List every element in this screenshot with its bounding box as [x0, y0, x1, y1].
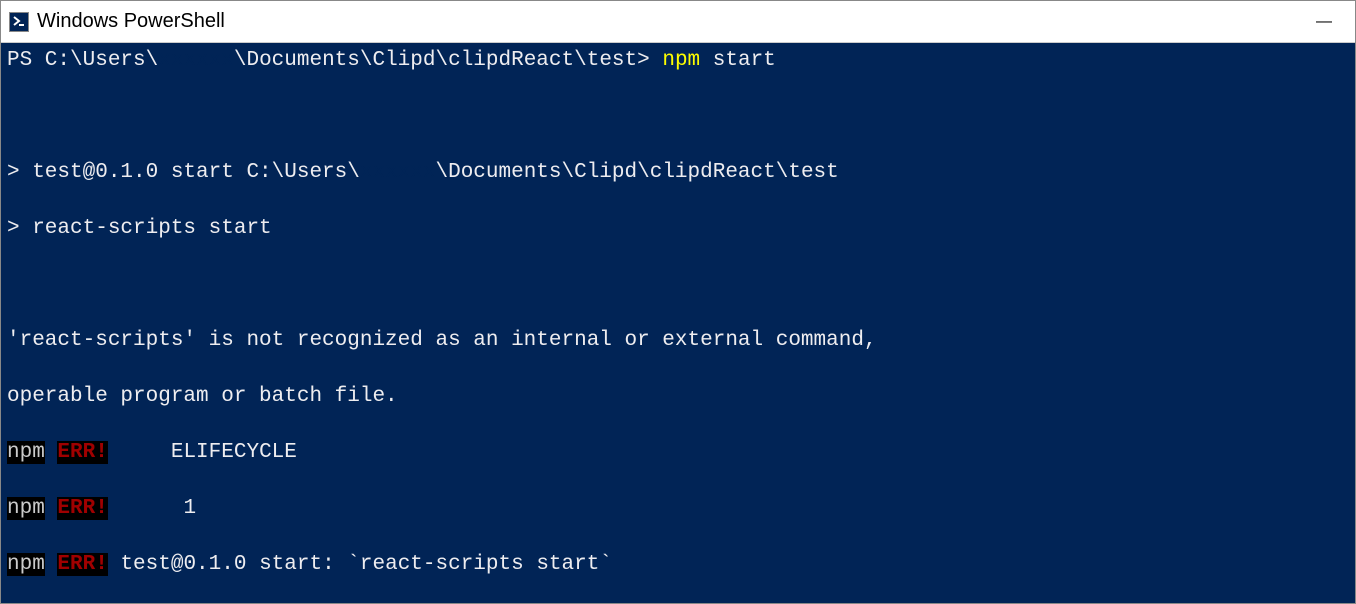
npm-label: npm — [7, 553, 45, 576]
prompt-line: PS C:\Users\xxxxxx\Documents\Clipd\clipd… — [7, 47, 1349, 75]
minimize-button[interactable]: — — [1301, 6, 1347, 38]
script-pre: > test@0.1.0 start C:\Users\ — [7, 161, 360, 184]
powershell-icon — [9, 12, 29, 32]
npm-err-lifecycle: npm ERR! ELIFECYCLE — [7, 439, 1349, 467]
npm-err-testscript: npm ERR! test@0.1.0 start: `react-script… — [7, 551, 1349, 579]
err-label: ERR! — [57, 553, 107, 576]
error-operable: operable program or batch file. — [7, 383, 1349, 411]
script-line-2: > react-scripts start — [7, 215, 1349, 243]
window-titlebar: Windows PowerShell — — [1, 1, 1355, 43]
blank-line — [7, 271, 1349, 299]
blank-line — [7, 103, 1349, 131]
err-text: test@0.1.0 start: `react-scripts start` — [108, 553, 612, 576]
npm-label: npm — [7, 497, 45, 520]
err-label: ERR! — [57, 441, 107, 464]
error-not-recognized: 'react-scripts' is not recognized as an … — [7, 327, 1349, 355]
prompt-path-post: \Documents\Clipd\clipdReact\test> — [234, 49, 662, 72]
redacted-user: xxxxxx — [360, 159, 436, 187]
command-npm: npm — [662, 49, 700, 72]
command-start: start — [700, 49, 776, 72]
redacted-user: xxxxxx — [158, 47, 234, 75]
titlebar-left: Windows PowerShell — [9, 10, 225, 33]
prompt-path-pre: PS C:\Users\ — [7, 49, 158, 72]
titlebar-controls: — — [1301, 6, 1347, 38]
npm-label: npm — [7, 441, 45, 464]
script-post: \Documents\Clipd\clipdReact\test — [435, 161, 838, 184]
npm-err-one: npm ERR! 1 — [7, 495, 1349, 523]
err-text: 1 — [108, 497, 196, 520]
window-title: Windows PowerShell — [37, 10, 225, 33]
script-line-1: > test@0.1.0 start C:\Users\xxxxxx\Docum… — [7, 159, 1349, 187]
err-text: ELIFECYCLE — [108, 441, 297, 464]
err-label: ERR! — [57, 497, 107, 520]
terminal-output[interactable]: PS C:\Users\xxxxxx\Documents\Clipd\clipd… — [1, 43, 1355, 603]
